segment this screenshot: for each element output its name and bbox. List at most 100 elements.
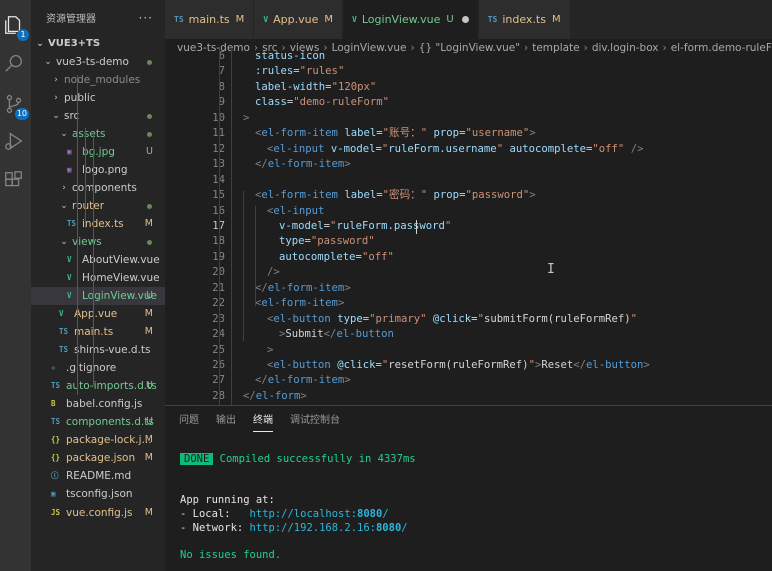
file-tree-item[interactable]: TSmain.tsM <box>31 323 165 341</box>
file-tree-item[interactable]: Bbabel.config.js <box>31 395 165 413</box>
code-token: submitForm(ruleFormRef) <box>483 312 631 325</box>
code-token: el-form-item <box>267 158 345 171</box>
file-tree-item[interactable]: ⓘ README.md <box>31 467 165 485</box>
code-token: " <box>630 312 638 325</box>
tab-label: main.ts <box>188 13 230 26</box>
file-tree-item[interactable]: ⌄ vue3-ts-demo <box>31 53 165 71</box>
file-tree-item[interactable]: V HomeView.vue <box>31 269 165 287</box>
code-token: prop <box>433 189 460 202</box>
chevron-right-icon: › <box>54 75 58 86</box>
panel-tab[interactable]: 问题 <box>179 406 199 436</box>
file-tree-item[interactable]: TS auto-imports.d.ts U <box>31 377 165 395</box>
git-status-badge: M <box>144 308 153 320</box>
tab-app-vue[interactable]: V App.vue M <box>254 0 344 39</box>
file-type-icon: TS <box>59 327 69 337</box>
code-line: 11 <el-form-item label="账号：" prop="userna… <box>165 126 772 141</box>
line-number: 24 <box>165 327 225 342</box>
file-tree-item[interactable]: › public <box>31 89 165 107</box>
network-url-line: - Network: http://192.168.2.16:8080/ <box>180 521 408 535</box>
code-token: type <box>337 312 363 325</box>
file-tree-item[interactable]: {} package-lock.j... M <box>31 431 165 449</box>
code-token: > <box>337 297 345 310</box>
code-line: 28 </el-form> <box>165 389 772 404</box>
code-line: 12 <el-input v-model="ruleForm.username" … <box>165 142 772 157</box>
panel-tab[interactable]: 终端 <box>253 406 273 436</box>
git-status-badge: M <box>144 434 153 446</box>
project-root[interactable]: ⌄ VUE3+TS <box>31 35 165 53</box>
code-token: "username" <box>465 127 530 140</box>
tab-index-ts[interactable]: TS index.ts M <box>478 0 571 39</box>
source-control-icon[interactable]: 10 <box>3 93 29 120</box>
file-type-icon: TS <box>51 381 61 391</box>
code-token: "账号：" <box>382 127 428 140</box>
panel-tab[interactable]: 调试控制台 <box>290 406 340 436</box>
file-tree-item[interactable]: ▣ logo.png <box>31 161 165 179</box>
code-text: </el-form-item> <box>255 281 351 296</box>
search-icon[interactable] <box>3 52 27 76</box>
line-number: 20 <box>165 265 225 280</box>
code-line: 13 </el-form-item> <box>165 157 772 172</box>
network-url-port: 8080 <box>375 522 402 534</box>
line-number: 6 <box>218 50 225 62</box>
file-tree-item[interactable]: V App.vue M <box>31 305 165 323</box>
file-tree-item[interactable]: V AboutView.vue <box>31 251 165 269</box>
code-token: el-form-item <box>261 297 338 310</box>
done-badge: DONE <box>180 453 214 465</box>
explorer-icon[interactable]: 1 <box>3 14 29 41</box>
code-text: status-icon <box>255 49 325 64</box>
extensions-icon[interactable] <box>3 170 27 194</box>
code-editor[interactable]: 6 status-icon 7:rules="rules" 8 label-width=… <box>165 48 772 405</box>
file-tree-item[interactable]: ▣ tsconfig.json <box>31 485 165 503</box>
panel-tab[interactable]: 输出 <box>216 406 236 436</box>
more-actions-icon[interactable]: ··· <box>139 11 153 25</box>
file-tree-item[interactable]: ⌄ assets <box>31 125 165 143</box>
network-url-host: http://192.168.2.16: <box>249 522 376 534</box>
code-text: <el-input <box>267 204 324 219</box>
code-token: </ <box>255 158 268 171</box>
code-token: el-button <box>586 359 644 371</box>
file-tree-item[interactable]: ⌄ src <box>31 107 165 125</box>
file-type-icon: {} <box>51 453 61 463</box>
mouse-cursor-icon: I <box>547 262 555 277</box>
line-number: 7 <box>218 65 225 78</box>
code-token: el-form <box>255 389 301 402</box>
code-token: el-form-item <box>267 374 345 387</box>
file-tree-item[interactable]: ⌄ router <box>31 197 165 215</box>
file-tree-item[interactable]: › components <box>31 179 165 197</box>
app-running-line: App running at: <box>180 494 275 506</box>
file-tree-item[interactable]: ◆ .gitignore <box>31 359 165 377</box>
code-text: </el-form-item> <box>255 157 351 172</box>
tab-main-ts[interactable]: TS main.ts M <box>165 0 255 39</box>
file-tree-item[interactable]: › node_modules <box>31 71 165 89</box>
line-number: 14 <box>165 173 225 188</box>
file-tree-item[interactable]: {} package.json M <box>31 449 165 467</box>
chevron-down-icon: ⌄ <box>36 39 44 49</box>
tab-loginview-vue[interactable]: V LoginView.vue U <box>343 0 479 39</box>
line-number: 11 <box>165 126 225 141</box>
file-tree-label: shims-vue.d.ts <box>74 344 151 357</box>
file-tree-item[interactable]: V LoginView.vue U <box>31 287 165 306</box>
indent-guide <box>255 206 256 306</box>
file-tree-item[interactable]: TS components.d.ts U <box>31 413 165 431</box>
code-line: 21 </el-form-item> <box>165 281 772 296</box>
line-number: 27 <box>165 373 225 388</box>
file-tree-item[interactable]: ▣ bg.jpg U <box>31 143 165 161</box>
explorer-sidebar: 资源管理器 ··· ⌄ VUE3+TS ⌄ vue3-ts-demo › node_m… <box>31 0 165 571</box>
file-tree-item[interactable]: TS shims-vue.d.ts <box>31 341 165 359</box>
code-token: "primary" <box>369 312 427 325</box>
run-debug-icon[interactable] <box>3 130 27 154</box>
file-type-icon: V <box>59 309 64 319</box>
code-token: > <box>300 389 307 402</box>
network-url[interactable]: http://192.168.2.16:8080/ <box>250 522 408 534</box>
code-token: "off" <box>361 250 394 263</box>
code-text: <el-input v-model="ruleForm.username" au… <box>267 142 643 157</box>
file-tree-item[interactable]: JS vue.config.js M <box>31 504 165 522</box>
file-tree-item[interactable]: TS index.ts M <box>31 215 165 233</box>
local-url[interactable]: http://localhost:8080/ <box>250 508 389 520</box>
line-number: 15 <box>165 188 225 203</box>
file-tree-item[interactable]: ⌄ views <box>31 233 165 251</box>
code-token: Reset <box>541 359 574 371</box>
file-tree-label: babel.config.js <box>66 398 143 411</box>
file-type-icon: TS <box>174 15 184 24</box>
code-token: </ <box>255 374 268 387</box>
